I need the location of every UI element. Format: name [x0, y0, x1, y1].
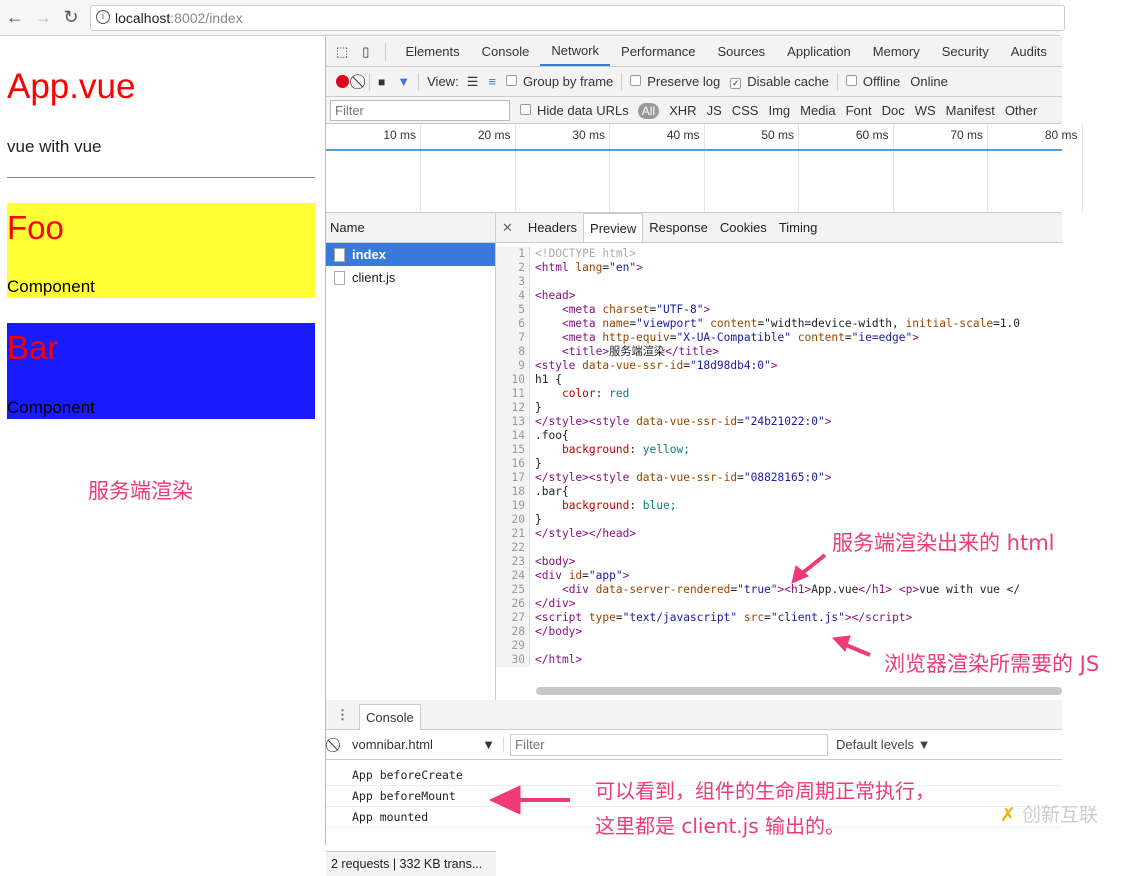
arrow-js	[845, 643, 871, 657]
network-status: 2 requests | 332 KB trans...	[326, 851, 496, 876]
annotation-arrows	[488, 553, 871, 815]
watermark-text: 创新互联	[1021, 804, 1098, 826]
watermark-logo: ✗ 创新互联	[1000, 804, 1098, 826]
